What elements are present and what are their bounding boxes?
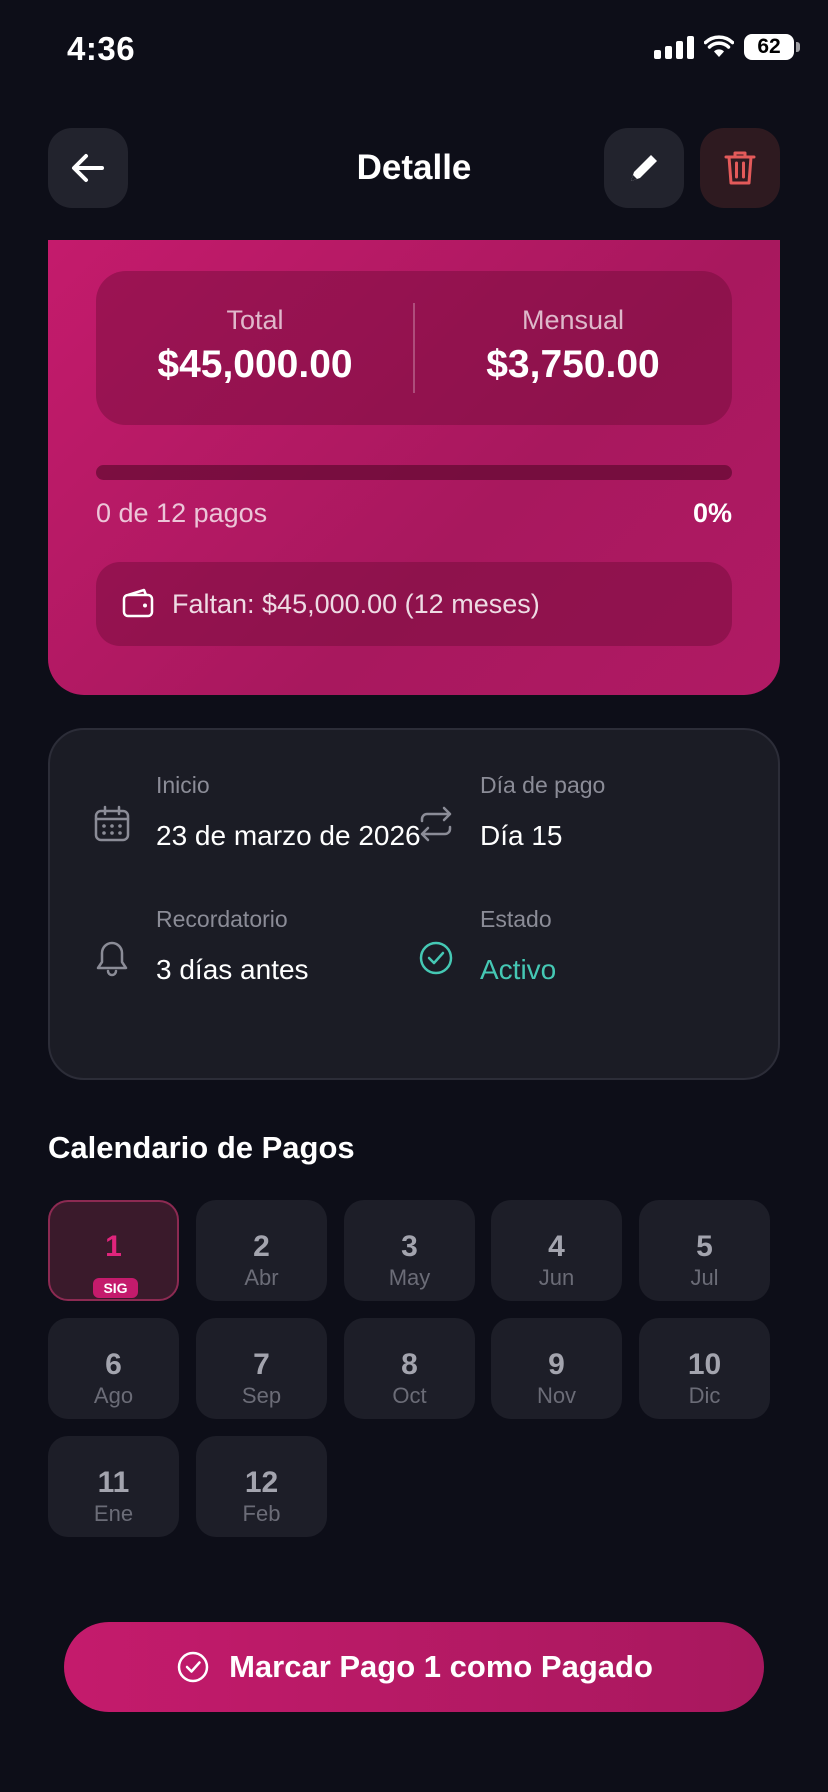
calendar-payment-11[interactable]: 11 Ene bbox=[48, 1436, 179, 1537]
payment-month: Ago bbox=[93, 1383, 134, 1408]
monthly-column: Mensual $3,750.00 bbox=[414, 271, 732, 425]
calendar-payment-2[interactable]: 2 Abr bbox=[196, 1200, 327, 1301]
payday-value: Día 15 bbox=[480, 820, 563, 851]
calendar-payment-1[interactable]: 1 SIG bbox=[48, 1200, 179, 1301]
calendar-payment-4[interactable]: 4 Jun bbox=[491, 1200, 622, 1301]
payment-number: 10 bbox=[687, 1348, 722, 1381]
trash-icon bbox=[724, 151, 756, 185]
payment-month: Jun bbox=[538, 1265, 575, 1290]
payment-month: Sep bbox=[241, 1383, 282, 1408]
totals-box: Total $45,000.00 Mensual $3,750.00 bbox=[96, 271, 732, 425]
edit-button[interactable] bbox=[604, 128, 684, 208]
status-bar: 4:36 62 bbox=[0, 0, 828, 100]
payment-month: Nov bbox=[536, 1383, 577, 1408]
calendar-icon bbox=[94, 805, 130, 842]
total-label: Total bbox=[226, 305, 284, 335]
payment-number: 1 bbox=[105, 1230, 122, 1263]
mark-paid-label: Marcar Pago 1 como Pagado bbox=[229, 1649, 653, 1684]
check-circle-icon bbox=[419, 941, 453, 975]
calendar-payment-7[interactable]: 7 Sep bbox=[196, 1318, 327, 1419]
repeat-icon bbox=[420, 806, 452, 842]
progress-text: 0 de 12 pagos bbox=[96, 498, 268, 528]
monthly-label: Mensual bbox=[521, 305, 625, 335]
payment-number: 7 bbox=[253, 1348, 270, 1381]
payment-number: 9 bbox=[548, 1348, 565, 1381]
payment-number: 6 bbox=[105, 1348, 122, 1381]
remaining-box: Faltan: $45,000.00 (12 meses) bbox=[96, 562, 732, 646]
calendar-payment-3[interactable]: 3 May bbox=[344, 1200, 475, 1301]
check-circle-icon bbox=[177, 1651, 209, 1683]
calendar-payment-9[interactable]: 9 Nov bbox=[491, 1318, 622, 1419]
battery-icon: 62 bbox=[744, 34, 800, 60]
total-value: $45,000.00 bbox=[157, 343, 353, 386]
progress-percent: 0% bbox=[692, 498, 732, 528]
payment-number: 8 bbox=[401, 1348, 418, 1381]
status-value: Activo bbox=[480, 954, 557, 985]
delete-button[interactable] bbox=[700, 128, 780, 208]
payment-number: 12 bbox=[244, 1466, 279, 1499]
remaining-text: Faltan: $45,000.00 (12 meses) bbox=[172, 588, 540, 619]
payment-number: 2 bbox=[253, 1230, 270, 1263]
payment-month: Dic bbox=[688, 1383, 721, 1408]
payment-month: Oct bbox=[392, 1383, 427, 1408]
calendar-title: Calendario de Pagos bbox=[48, 1130, 355, 1165]
info-card: Inicio 23 de marzo de 2026 Día de pago D… bbox=[48, 728, 780, 1080]
bell-icon bbox=[96, 941, 128, 977]
payment-number: 11 bbox=[97, 1466, 130, 1499]
calendar-payment-10[interactable]: 10 Dic bbox=[639, 1318, 770, 1419]
payment-month: Abr bbox=[244, 1265, 279, 1290]
calendar-payment-8[interactable]: 8 Oct bbox=[344, 1318, 475, 1419]
payment-number: 4 bbox=[548, 1230, 565, 1263]
next-badge: SIG bbox=[93, 1278, 138, 1298]
calendar-payment-5[interactable]: 5 Jul bbox=[639, 1200, 770, 1301]
summary-card: Total $45,000.00 Mensual $3,750.00 0 de … bbox=[48, 240, 780, 695]
payment-number: 3 bbox=[401, 1230, 418, 1263]
status-time: 4:36 bbox=[67, 30, 136, 67]
status-label: Estado bbox=[480, 906, 552, 932]
pencil-icon bbox=[631, 155, 657, 181]
start-value: 23 de marzo de 2026 bbox=[156, 820, 421, 851]
reminder-label: Recordatorio bbox=[156, 906, 288, 932]
payment-month: Jul bbox=[690, 1265, 719, 1290]
reminder-value: 3 días antes bbox=[156, 954, 309, 985]
calendar-payment-12[interactable]: 12 Feb bbox=[196, 1436, 327, 1537]
payday-label: Día de pago bbox=[480, 772, 606, 798]
payment-number: 5 bbox=[696, 1230, 713, 1263]
payment-month: Feb bbox=[242, 1501, 281, 1526]
signal-icon bbox=[654, 35, 694, 59]
header: Detalle bbox=[0, 128, 828, 208]
calendar-payment-6[interactable]: 6 Ago bbox=[48, 1318, 179, 1419]
mark-paid-button[interactable]: Marcar Pago 1 como Pagado bbox=[64, 1622, 764, 1712]
payment-month: May bbox=[388, 1265, 431, 1290]
start-label: Inicio bbox=[156, 772, 210, 798]
total-column: Total $45,000.00 bbox=[96, 271, 414, 425]
status-icons: 62 bbox=[654, 34, 800, 60]
wallet-icon bbox=[122, 588, 154, 618]
monthly-value: $3,750.00 bbox=[486, 343, 660, 386]
progress-bar bbox=[96, 465, 732, 480]
wifi-icon bbox=[704, 35, 734, 57]
payment-month: Ene bbox=[93, 1501, 134, 1526]
